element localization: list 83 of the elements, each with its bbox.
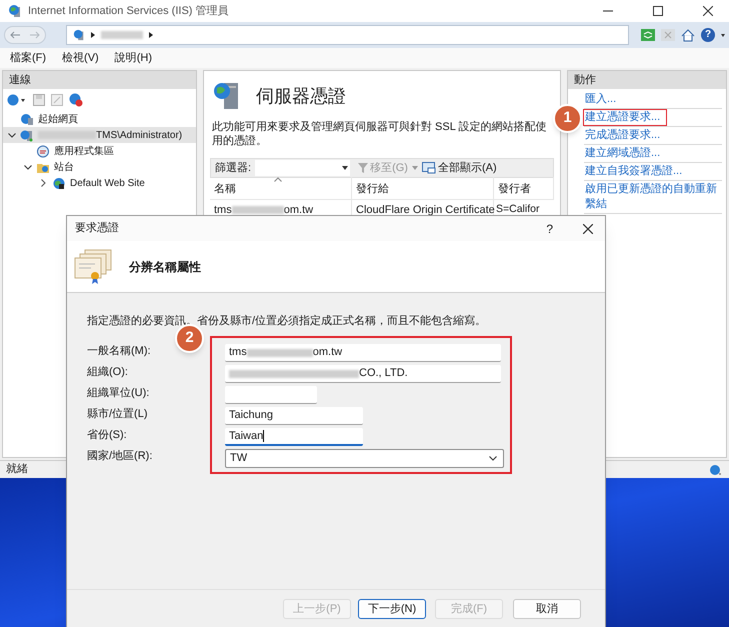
server-globe-icon bbox=[212, 81, 240, 111]
text-value: TMS\Administrator) bbox=[96, 128, 182, 142]
chevron-down-icon[interactable] bbox=[24, 164, 32, 170]
home-globe-icon bbox=[20, 112, 34, 126]
field-label: 一般名稱(M): bbox=[87, 344, 151, 359]
column-header[interactable]: 名稱 bbox=[210, 177, 352, 199]
text-value: 起始網頁 bbox=[38, 112, 78, 126]
action-link[interactable]: 匯入... bbox=[584, 92, 618, 107]
text-value: TW bbox=[230, 450, 248, 466]
breadcrumb-arrow-icon[interactable] bbox=[90, 32, 95, 38]
server-globe-icon bbox=[72, 29, 85, 41]
text-value: 站台 bbox=[54, 160, 74, 174]
action-link[interactable]: 啟用已更新憑證的自動重新繫結 bbox=[584, 182, 722, 212]
text-value: om.tw bbox=[284, 202, 314, 218]
column-header[interactable]: 發行者 bbox=[494, 177, 554, 199]
country-dropdown[interactable]: TW bbox=[225, 448, 504, 468]
input-field[interactable] bbox=[225, 386, 317, 404]
server-globe-icon bbox=[8, 4, 22, 18]
tree-item-highlight[interactable]: TMS\Administrator) bbox=[3, 127, 196, 143]
close-icon[interactable] bbox=[703, 6, 713, 16]
input-field[interactable]: tms om.tw bbox=[225, 344, 501, 362]
action-link[interactable]: 完成憑證要求... bbox=[584, 128, 662, 143]
description-text: 此功能可用來要求及管理網頁伺服器可與針對 SSL 設定的網站搭配使用的憑證。 bbox=[212, 120, 548, 148]
disconnect-globe-icon[interactable] bbox=[69, 93, 83, 107]
tree-item[interactable]: 站台 bbox=[3, 159, 196, 175]
text-value: tms bbox=[214, 202, 232, 218]
table-cell-text: S=Califor bbox=[495, 202, 540, 218]
input-field[interactable]: Taichung bbox=[225, 407, 363, 425]
panel-title: 連線 bbox=[9, 72, 31, 88]
field-label: 組織單位(U): bbox=[87, 386, 150, 401]
field-label: 國家/地區(R): bbox=[87, 448, 152, 464]
text-value: Taichung bbox=[229, 408, 274, 424]
globe-dropdown-icon[interactable] bbox=[7, 94, 27, 106]
maximize-icon[interactable] bbox=[653, 6, 663, 16]
text-value: om.tw bbox=[312, 345, 342, 360]
action-link[interactable]: 建立憑證要求... bbox=[584, 110, 666, 125]
action-link[interactable]: 建立網域憑證... bbox=[584, 146, 662, 161]
menu-item[interactable]: 說明(H) bbox=[114, 50, 152, 66]
sort-ascending-icon bbox=[274, 177, 282, 182]
text-value: Taiwan bbox=[229, 428, 264, 444]
home-icon[interactable] bbox=[681, 28, 695, 42]
close-icon[interactable] bbox=[583, 224, 593, 234]
menu-item[interactable]: 檔案(F) bbox=[10, 50, 46, 66]
field-label: 縣市/位置(L) bbox=[87, 406, 148, 422]
wizard-button[interactable]: 取消 bbox=[513, 599, 581, 619]
input-field[interactable]: Taiwan bbox=[225, 428, 363, 446]
tree-item[interactable]: 應用程式集區 bbox=[3, 143, 196, 159]
text-value: Default Web Site bbox=[70, 176, 145, 190]
input-field[interactable]: CO., LTD. bbox=[225, 365, 501, 383]
status-text: 就緒 bbox=[6, 462, 28, 478]
chevron-down-icon[interactable] bbox=[489, 456, 497, 460]
text-value: CO., LTD. bbox=[359, 366, 408, 382]
back-arrow-icon[interactable] bbox=[10, 31, 20, 39]
globe-icon bbox=[52, 176, 66, 190]
tree-item[interactable]: Default Web Site bbox=[3, 175, 196, 191]
dropdown-arrow-icon[interactable] bbox=[721, 34, 725, 36]
blurred-text bbox=[100, 31, 143, 39]
refresh-icon[interactable] bbox=[641, 29, 655, 41]
blurred-text bbox=[232, 206, 284, 214]
text-value: 應用程式集區 bbox=[54, 144, 114, 158]
breadcrumb-arrow-icon[interactable] bbox=[148, 32, 153, 38]
panel-title: 動作 bbox=[574, 72, 596, 88]
action-link[interactable]: 建立自我簽署憑證... bbox=[584, 164, 684, 179]
dialog-heading: 分辨名稱屬性 bbox=[129, 258, 201, 276]
page-title: 伺服器憑證 bbox=[256, 84, 346, 108]
chevron-down-icon[interactable] bbox=[8, 132, 16, 138]
app-pool-icon bbox=[36, 144, 50, 158]
dialog-title: 要求憑證 bbox=[75, 221, 119, 236]
field-label: 組織(O): bbox=[87, 364, 128, 380]
blurred-text bbox=[246, 348, 313, 356]
field-label: 省份(S): bbox=[87, 428, 127, 443]
text-value: tms bbox=[229, 345, 247, 360]
column-header[interactable]: 發行給 bbox=[352, 177, 494, 199]
tree-item[interactable]: 起始網頁 bbox=[3, 111, 196, 127]
network-globe-icon bbox=[709, 464, 723, 476]
wizard-button[interactable]: 下一步(N) bbox=[358, 599, 426, 619]
help-button[interactable]: ? bbox=[701, 28, 715, 42]
help-button[interactable]: ? bbox=[546, 220, 553, 238]
server-globe-icon bbox=[20, 128, 34, 142]
certificates-icon bbox=[73, 248, 113, 284]
menu-item[interactable]: 檢視(V) bbox=[62, 50, 99, 66]
chevron-right-icon[interactable] bbox=[41, 179, 46, 187]
window-title: Internet Information Services (IIS) 管理員 bbox=[28, 4, 229, 19]
